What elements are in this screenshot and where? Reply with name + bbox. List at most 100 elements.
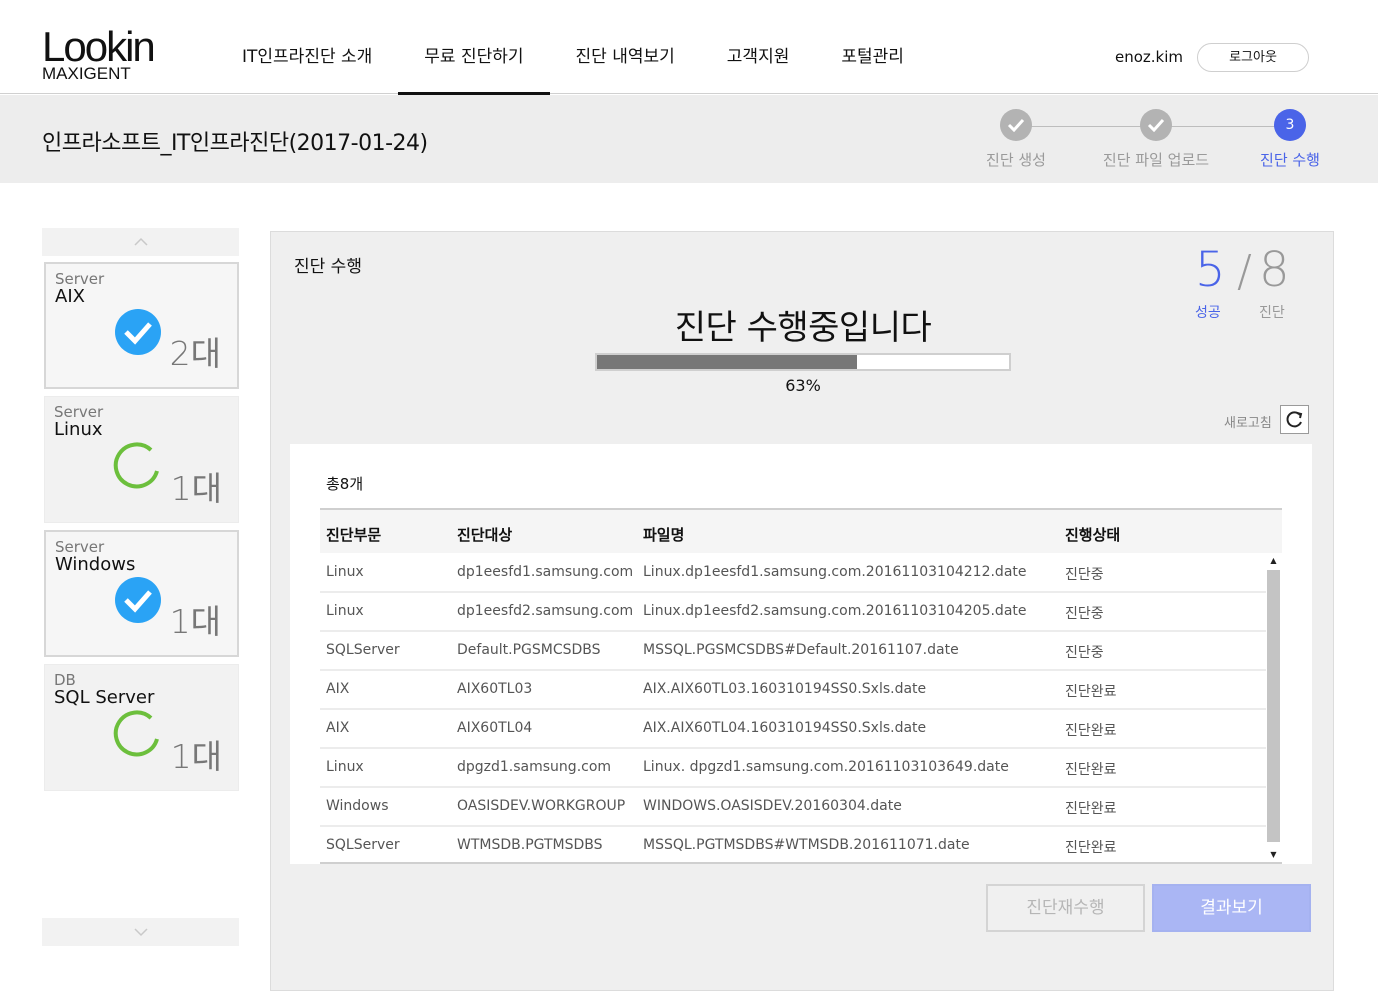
check-icon <box>1140 109 1172 141</box>
scroll-down-arrow-icon[interactable]: ▼ <box>1265 848 1282 862</box>
card-count: 1대 <box>169 602 221 641</box>
table-cell: Linux <box>326 564 364 580</box>
table-row[interactable]: SQLServer Default.PGSMCSDBS MSSQL.PGSMCSDB… <box>320 632 1266 671</box>
sidebar-scroll-up[interactable] <box>42 228 239 256</box>
title-bar: 인프라소프트_IT인프라진단(2017-01-24) 진단 생성 진단 파일 업… <box>0 95 1378 183</box>
status-message: 진단 수행중입니다 <box>674 308 932 348</box>
spinner-icon <box>113 710 159 757</box>
table-cell: dpgzd1.samsung.com <box>457 759 612 775</box>
check-icon <box>1000 109 1032 141</box>
table-cell: dp1eesfd2.samsung.com <box>457 603 634 619</box>
table-cell: 진단중 <box>1065 645 1104 661</box>
card-name: Windows <box>55 554 136 575</box>
table-row[interactable]: Linux dp1eesfd2.samsung.com Linux.dp1eesfd… <box>320 593 1266 632</box>
check-circle-icon <box>115 309 161 355</box>
success-count: 5 <box>1195 242 1226 298</box>
table-cell: AIX.AIX60TL04.160310194SS0.Sxls.date <box>643 720 927 736</box>
card-count: 2대 <box>169 334 221 373</box>
page-title: 인프라소프트_IT인프라진단(2017-01-24) <box>42 131 428 156</box>
table-cell: 진단완료 <box>1065 684 1117 700</box>
table-cell: AIX.AIX60TL03.160310194SS0.Sxls.date <box>643 681 927 697</box>
rerun-button[interactable]: 진단재수행 <box>986 884 1145 932</box>
table-cell: 진단중 <box>1065 606 1104 622</box>
table-cell: dp1eesfd1.samsung.com <box>457 564 634 580</box>
table-cell: Linux. dpgzd1.samsung.com.20161103103649… <box>643 759 1009 775</box>
table-row[interactable]: AIX AIX60TL03 AIX.AIX60TL03.160310194SS0.S… <box>320 671 1266 710</box>
card-count: 1대 <box>170 737 222 776</box>
table-cell: Linux <box>326 603 364 619</box>
table-cell: Default.PGSMCSDBS <box>457 642 601 658</box>
view-result-button[interactable]: 결과보기 <box>1152 884 1311 932</box>
table-cell: WTMSDB.PGTMSDBS <box>457 837 603 853</box>
spinner-icon <box>113 442 159 489</box>
table-cell: SQLServer <box>326 837 400 853</box>
card-name: SQL Server <box>54 687 155 708</box>
table-row[interactable]: SQLServer WTMSDB.PGTMSDBS MSSQL.PGTMSDBS#W… <box>320 827 1266 864</box>
total-count: 8 <box>1259 242 1290 298</box>
step-create: 진단 생성 <box>956 109 1076 170</box>
nav-item-support[interactable]: 고객지원 <box>701 26 816 94</box>
sidebar-scroll-down[interactable] <box>42 918 239 946</box>
table-row[interactable]: Linux dpgzd1.samsung.com Linux. dpgzd1.sam… <box>320 749 1266 788</box>
chevron-down-icon <box>133 928 148 937</box>
step-label: 진단 생성 <box>986 151 1046 169</box>
table-cell: SQLServer <box>326 642 400 658</box>
step-label: 진단 수행 <box>1260 151 1320 169</box>
target-card-aix[interactable]: Server AIX 2대 <box>44 262 239 389</box>
table-cell: Linux.dp1eesfd1.samsung.com.201611031042… <box>643 564 1027 580</box>
top-header: Lookin MAXIGENT IT인프라진단 소개 무료 진단하기 진단 내역… <box>0 0 1378 95</box>
table-cell: 진단완료 <box>1065 801 1117 817</box>
scroll-up-arrow-icon[interactable]: ▲ <box>1265 554 1282 568</box>
check-circle-icon <box>115 577 161 623</box>
progress-bar <box>595 353 1011 371</box>
table-cell: MSSQL.PGSMCSDBS#Default.20161107.date <box>643 642 959 658</box>
column-header: 파일명 <box>643 526 685 544</box>
table-cell: 진단완료 <box>1065 723 1117 739</box>
scroll-thumb[interactable] <box>1267 570 1280 842</box>
nav-item-free-diagnosis[interactable]: 무료 진단하기 <box>398 26 550 95</box>
nav-item-intro[interactable]: IT인프라진단 소개 <box>216 26 398 94</box>
refresh-icon <box>1286 410 1302 427</box>
chevron-up-icon <box>133 237 148 246</box>
table-cell: AIX60TL03 <box>457 681 533 697</box>
table-cell: 진단중 <box>1065 567 1104 583</box>
target-card-sqlserver[interactable]: DB SQL Server 1대 <box>44 664 239 791</box>
table-cell: MSSQL.PGTMSDBS#WTMSDB.201611071.date <box>643 837 970 853</box>
column-header: 진단부문 <box>326 526 382 544</box>
table-cell: AIX <box>326 681 350 697</box>
card-name: AIX <box>55 286 85 307</box>
total-count-label: 총8개 <box>326 475 364 493</box>
step-upload: 진단 파일 업로드 <box>1096 109 1216 170</box>
table-row[interactable]: Linux dp1eesfd1.samsung.com Linux.dp1eesfd… <box>320 554 1266 593</box>
refresh-label: 새로고침 <box>1224 416 1272 431</box>
main-nav: IT인프라진단 소개 무료 진단하기 진단 내역보기 고객지원 포털관리 <box>216 26 930 95</box>
step-run: 3 진단 수행 <box>1230 109 1350 170</box>
card-count: 1대 <box>170 469 222 508</box>
logo-main: Lookin <box>42 23 156 70</box>
table-header: 진단부문 진단대상 파일명 진행상태 <box>320 508 1282 553</box>
table-scrollbar[interactable]: ▲ ▼ <box>1265 554 1282 862</box>
progress-percent: 63% <box>785 376 821 395</box>
table-row[interactable]: AIX AIX60TL04 AIX.AIX60TL04.160310194SS0.S… <box>320 710 1266 749</box>
panel-title: 진단 수행 <box>294 257 362 277</box>
logout-button[interactable]: 로그아웃 <box>1197 43 1309 72</box>
table-cell: AIX60TL04 <box>457 720 533 736</box>
table-body: Linux dp1eesfd1.samsung.com Linux.dp1eesfd… <box>320 554 1266 864</box>
step-number: 3 <box>1274 109 1306 141</box>
column-header: 진단대상 <box>457 526 513 544</box>
target-card-linux[interactable]: Server Linux 1대 <box>44 396 239 523</box>
table-cell: Linux <box>326 759 364 775</box>
step-label: 진단 파일 업로드 <box>1102 151 1210 169</box>
nav-item-portal-admin[interactable]: 포털관리 <box>815 26 930 94</box>
target-card-windows[interactable]: Server Windows 1대 <box>44 530 239 657</box>
counter-divider: / <box>1237 246 1252 297</box>
diagnosis-table: 총8개 진단부문 진단대상 파일명 진행상태 Linux dp1eesfd1.sa… <box>290 444 1312 864</box>
logo[interactable]: Lookin MAXIGENT <box>42 23 156 83</box>
table-row[interactable]: Windows OASISDEV.WORKGROUP WINDOWS.OASISDE… <box>320 788 1266 827</box>
diagnosis-panel: 진단 수행 5 / 8 성공 진단 진단 수행중입니다 63% 새로고침 총8개… <box>270 231 1334 991</box>
table-cell: AIX <box>326 720 350 736</box>
refresh-button[interactable] <box>1280 405 1309 434</box>
column-header: 진행상태 <box>1065 526 1121 544</box>
nav-item-history[interactable]: 진단 내역보기 <box>550 26 701 94</box>
user-name: enoz.kim <box>1115 48 1184 66</box>
